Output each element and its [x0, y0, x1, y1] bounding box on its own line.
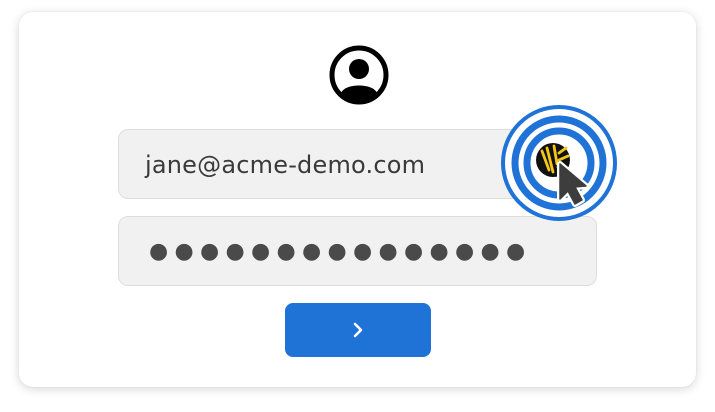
password-field[interactable]: ●●●●●●●●●●●●●●● — [118, 216, 597, 286]
account-circle-icon — [329, 45, 389, 105]
submit-button[interactable] — [285, 303, 431, 357]
chevron-right-icon — [353, 322, 363, 338]
email-value: jane@acme-demo.com — [145, 151, 426, 179]
password-mask: ●●●●●●●●●●●●●●● — [149, 239, 532, 264]
autofill-target[interactable] — [500, 104, 618, 222]
